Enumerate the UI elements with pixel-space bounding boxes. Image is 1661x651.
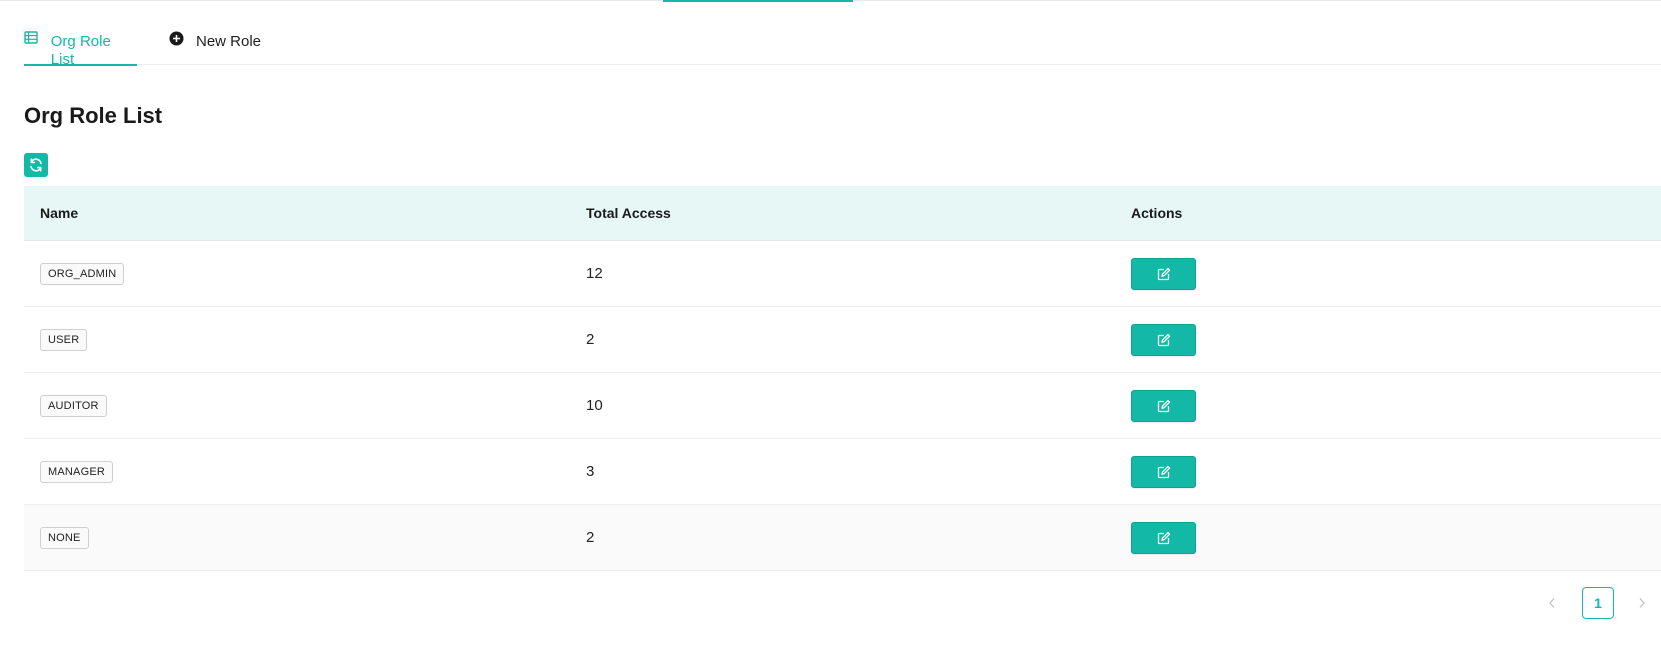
table-row: ORG_ADMIN 12 bbox=[24, 241, 1661, 307]
previous-page-button[interactable] bbox=[1540, 587, 1564, 619]
total-access-value: 3 bbox=[586, 463, 595, 480]
tab-new-role[interactable]: New Role bbox=[169, 24, 261, 65]
total-access-value: 2 bbox=[586, 529, 595, 546]
role-name-tag: USER bbox=[40, 328, 88, 351]
role-name-tag: NONE bbox=[40, 526, 89, 549]
refresh-button[interactable] bbox=[24, 153, 48, 177]
table-row: NONE 2 bbox=[24, 505, 1661, 571]
edit-icon bbox=[1157, 465, 1170, 478]
table-row: USER 2 bbox=[24, 307, 1661, 373]
table-header: Name Total Access Actions bbox=[24, 186, 1661, 241]
column-header-actions: Actions bbox=[1131, 205, 1183, 221]
edit-role-button[interactable] bbox=[1131, 257, 1196, 290]
top-active-indicator bbox=[663, 0, 853, 2]
chevron-right-icon bbox=[1639, 598, 1645, 608]
table-row: AUDITOR 10 bbox=[24, 373, 1661, 439]
page-number-button[interactable]: 1 bbox=[1582, 587, 1614, 619]
edit-role-button[interactable] bbox=[1131, 323, 1196, 356]
page-title: Org Role List bbox=[24, 103, 163, 128]
chevron-left-icon bbox=[1549, 598, 1555, 608]
role-name-tag: MANAGER bbox=[40, 460, 114, 483]
table-list-icon bbox=[24, 31, 40, 47]
role-name-tag: ORG_ADMIN bbox=[40, 262, 125, 285]
tab-bar: Org Role List New Role bbox=[24, 24, 1661, 68]
refresh-icon bbox=[28, 157, 44, 173]
total-access-value: 12 bbox=[586, 265, 603, 282]
tab-org-role-list[interactable]: Org Role List bbox=[24, 24, 137, 68]
edit-icon bbox=[1157, 333, 1170, 346]
plus-circle-icon bbox=[169, 31, 185, 47]
role-name-tag: AUDITOR bbox=[40, 394, 107, 417]
edit-role-button[interactable] bbox=[1131, 521, 1196, 554]
edit-icon bbox=[1157, 267, 1170, 280]
edit-icon bbox=[1157, 399, 1170, 412]
total-access-value: 2 bbox=[586, 331, 595, 348]
roles-table: Name Total Access Actions ORG_ADMIN 12 U… bbox=[24, 186, 1661, 571]
tab-label: New Role bbox=[196, 33, 262, 50]
column-header-total-access: Total Access bbox=[586, 205, 671, 221]
tab-label: Org Role List bbox=[50, 33, 111, 68]
edit-icon bbox=[1157, 531, 1170, 544]
next-page-button[interactable] bbox=[1630, 587, 1654, 619]
total-access-value: 10 bbox=[586, 397, 603, 414]
column-header-name: Name bbox=[40, 205, 79, 221]
edit-role-button[interactable] bbox=[1131, 389, 1196, 422]
table-row: MANAGER 3 bbox=[24, 439, 1661, 505]
edit-role-button[interactable] bbox=[1131, 455, 1196, 488]
